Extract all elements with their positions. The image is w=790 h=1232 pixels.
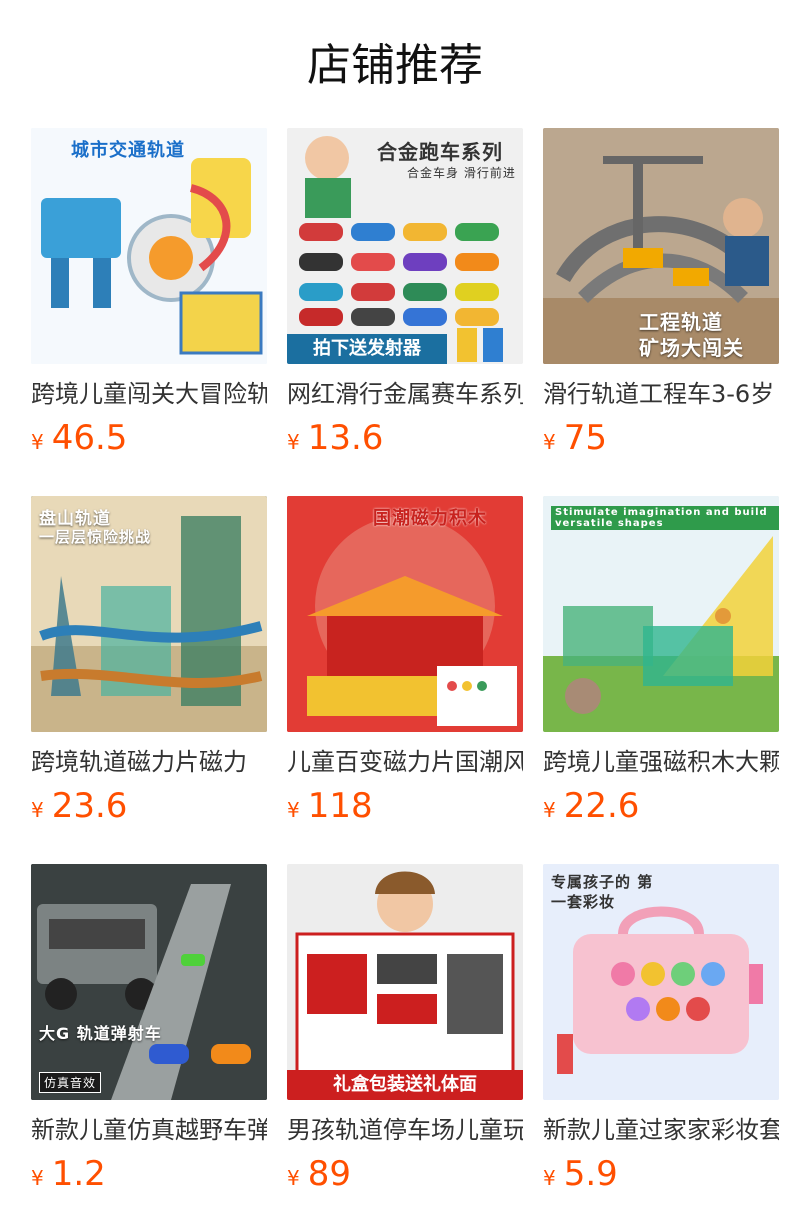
price-value: 23.6: [51, 786, 128, 826]
currency-symbol: ¥: [31, 430, 44, 454]
product-name[interactable]: 跨境儿童强磁积木大颗粒: [543, 746, 779, 778]
product-name[interactable]: 儿童百变磁力片国潮风: [287, 746, 523, 778]
image-banner-text: 合金跑车系列: [377, 140, 503, 164]
price-value: 118: [307, 786, 373, 826]
image-banner-text: 大G 轨道弹射车: [39, 1024, 162, 1043]
product-image[interactable]: 专属孩子的 第一套彩妆: [543, 864, 779, 1100]
palace-blocks-illustration: [287, 496, 523, 732]
image-banner-text: 工程轨道: [639, 310, 723, 334]
product-card[interactable]: 城市交通轨道 跨境儿童闯关大冒险轨道 ¥46.5: [31, 128, 267, 468]
product-card[interactable]: 合金跑车系列 合金车身 滑行前进 拍下送发射器 网红滑行金属赛车系列 ¥13.6: [287, 128, 523, 468]
image-sub-text: 一层层惊险挑战: [39, 528, 152, 546]
currency-symbol: ¥: [543, 1166, 556, 1190]
product-price: ¥22.6: [543, 786, 639, 826]
product-name[interactable]: 男孩轨道停车场儿童玩具: [287, 1114, 523, 1146]
price-value: 89: [307, 1154, 351, 1194]
currency-symbol: ¥: [543, 430, 556, 454]
product-name[interactable]: 新款儿童过家家彩妆套装: [543, 1114, 779, 1146]
image-sub-text: 合金车身 滑行前进: [407, 166, 516, 180]
currency-symbol: ¥: [287, 1166, 300, 1190]
product-image[interactable]: 合金跑车系列 合金车身 滑行前进 拍下送发射器: [287, 128, 523, 364]
currency-symbol: ¥: [287, 798, 300, 822]
product-card[interactable]: 工程轨道 矿场大闯关 滑行轨道工程车3-6岁 ¥75: [543, 128, 779, 468]
product-price: ¥23.6: [31, 786, 127, 826]
track-toy-illustration: [31, 128, 267, 364]
product-price: ¥75: [543, 418, 607, 458]
product-card[interactable]: 国潮磁力积木 儿童百变磁力片国潮风 ¥118: [287, 496, 523, 836]
product-price: ¥46.5: [31, 418, 127, 458]
product-name[interactable]: 新款儿童仿真越野车弹射: [31, 1114, 267, 1146]
product-card[interactable]: 盘山轨道 一层层惊险挑战 跨境轨道磁力片磁力 ¥23.6: [31, 496, 267, 836]
product-image[interactable]: 礼盒包装送礼体面: [287, 864, 523, 1100]
price-value: 75: [563, 418, 607, 458]
product-price: ¥5.9: [543, 1154, 618, 1194]
image-banner-text: 城市交通轨道: [71, 140, 185, 161]
image-sub-text: 矿场大闯关: [639, 336, 744, 360]
image-banner-text: 国潮磁力积木: [373, 508, 487, 529]
promo-badge: 仿真音效: [39, 1072, 102, 1093]
product-image[interactable]: 国潮磁力积木: [287, 496, 523, 732]
price-value: 13.6: [307, 418, 384, 458]
product-name[interactable]: 跨境儿童闯关大冒险轨道: [31, 378, 267, 410]
image-banner-text: Stimulate imagination and build versatil…: [551, 506, 779, 530]
product-name[interactable]: 滑行轨道工程车3-6岁: [543, 378, 779, 410]
product-name[interactable]: 网红滑行金属赛车系列: [287, 378, 523, 410]
price-value: 46.5: [51, 418, 128, 458]
product-image[interactable]: Stimulate imagination and build versatil…: [543, 496, 779, 732]
product-card[interactable]: 礼盒包装送礼体面 男孩轨道停车场儿童玩具 ¥89: [287, 864, 523, 1204]
parking-garage-illustration: [287, 864, 523, 1100]
promo-badge: 礼盒包装送礼体面: [287, 1070, 523, 1100]
product-name[interactable]: 跨境轨道磁力片磁力: [31, 746, 267, 778]
product-image[interactable]: 城市交通轨道: [31, 128, 267, 364]
price-value: 1.2: [51, 1154, 106, 1194]
currency-symbol: ¥: [31, 798, 44, 822]
product-price: ¥118: [287, 786, 373, 826]
product-grid: 城市交通轨道 跨境儿童闯关大冒险轨道 ¥46.5: [31, 128, 779, 1208]
page-title: 店铺推荐: [307, 40, 483, 91]
image-banner-text: 专属孩子的 第一套彩妆: [551, 873, 654, 911]
currency-symbol: ¥: [287, 430, 300, 454]
product-price: ¥1.2: [31, 1154, 106, 1194]
price-value: 22.6: [563, 786, 640, 826]
product-price: ¥89: [287, 1154, 351, 1194]
product-card[interactable]: Stimulate imagination and build versatil…: [543, 496, 779, 836]
product-card[interactable]: 专属孩子的 第一套彩妆 新款儿童过家家彩妆套装 ¥5.9: [543, 864, 779, 1204]
product-image[interactable]: 盘山轨道 一层层惊险挑战: [31, 496, 267, 732]
product-image[interactable]: 工程轨道 矿场大闯关: [543, 128, 779, 364]
product-card[interactable]: 大G 轨道弹射车 仿真音效 新款儿童仿真越野车弹射 ¥1.2: [31, 864, 267, 1204]
currency-symbol: ¥: [543, 798, 556, 822]
product-price: ¥13.6: [287, 418, 383, 458]
promo-badge: 拍下送发射器: [287, 334, 447, 364]
offroad-car-illustration: [31, 864, 267, 1100]
price-value: 5.9: [563, 1154, 618, 1194]
currency-symbol: ¥: [31, 1166, 44, 1190]
product-image[interactable]: 大G 轨道弹射车 仿真音效: [31, 864, 267, 1100]
animal-blocks-illustration: [543, 496, 779, 732]
